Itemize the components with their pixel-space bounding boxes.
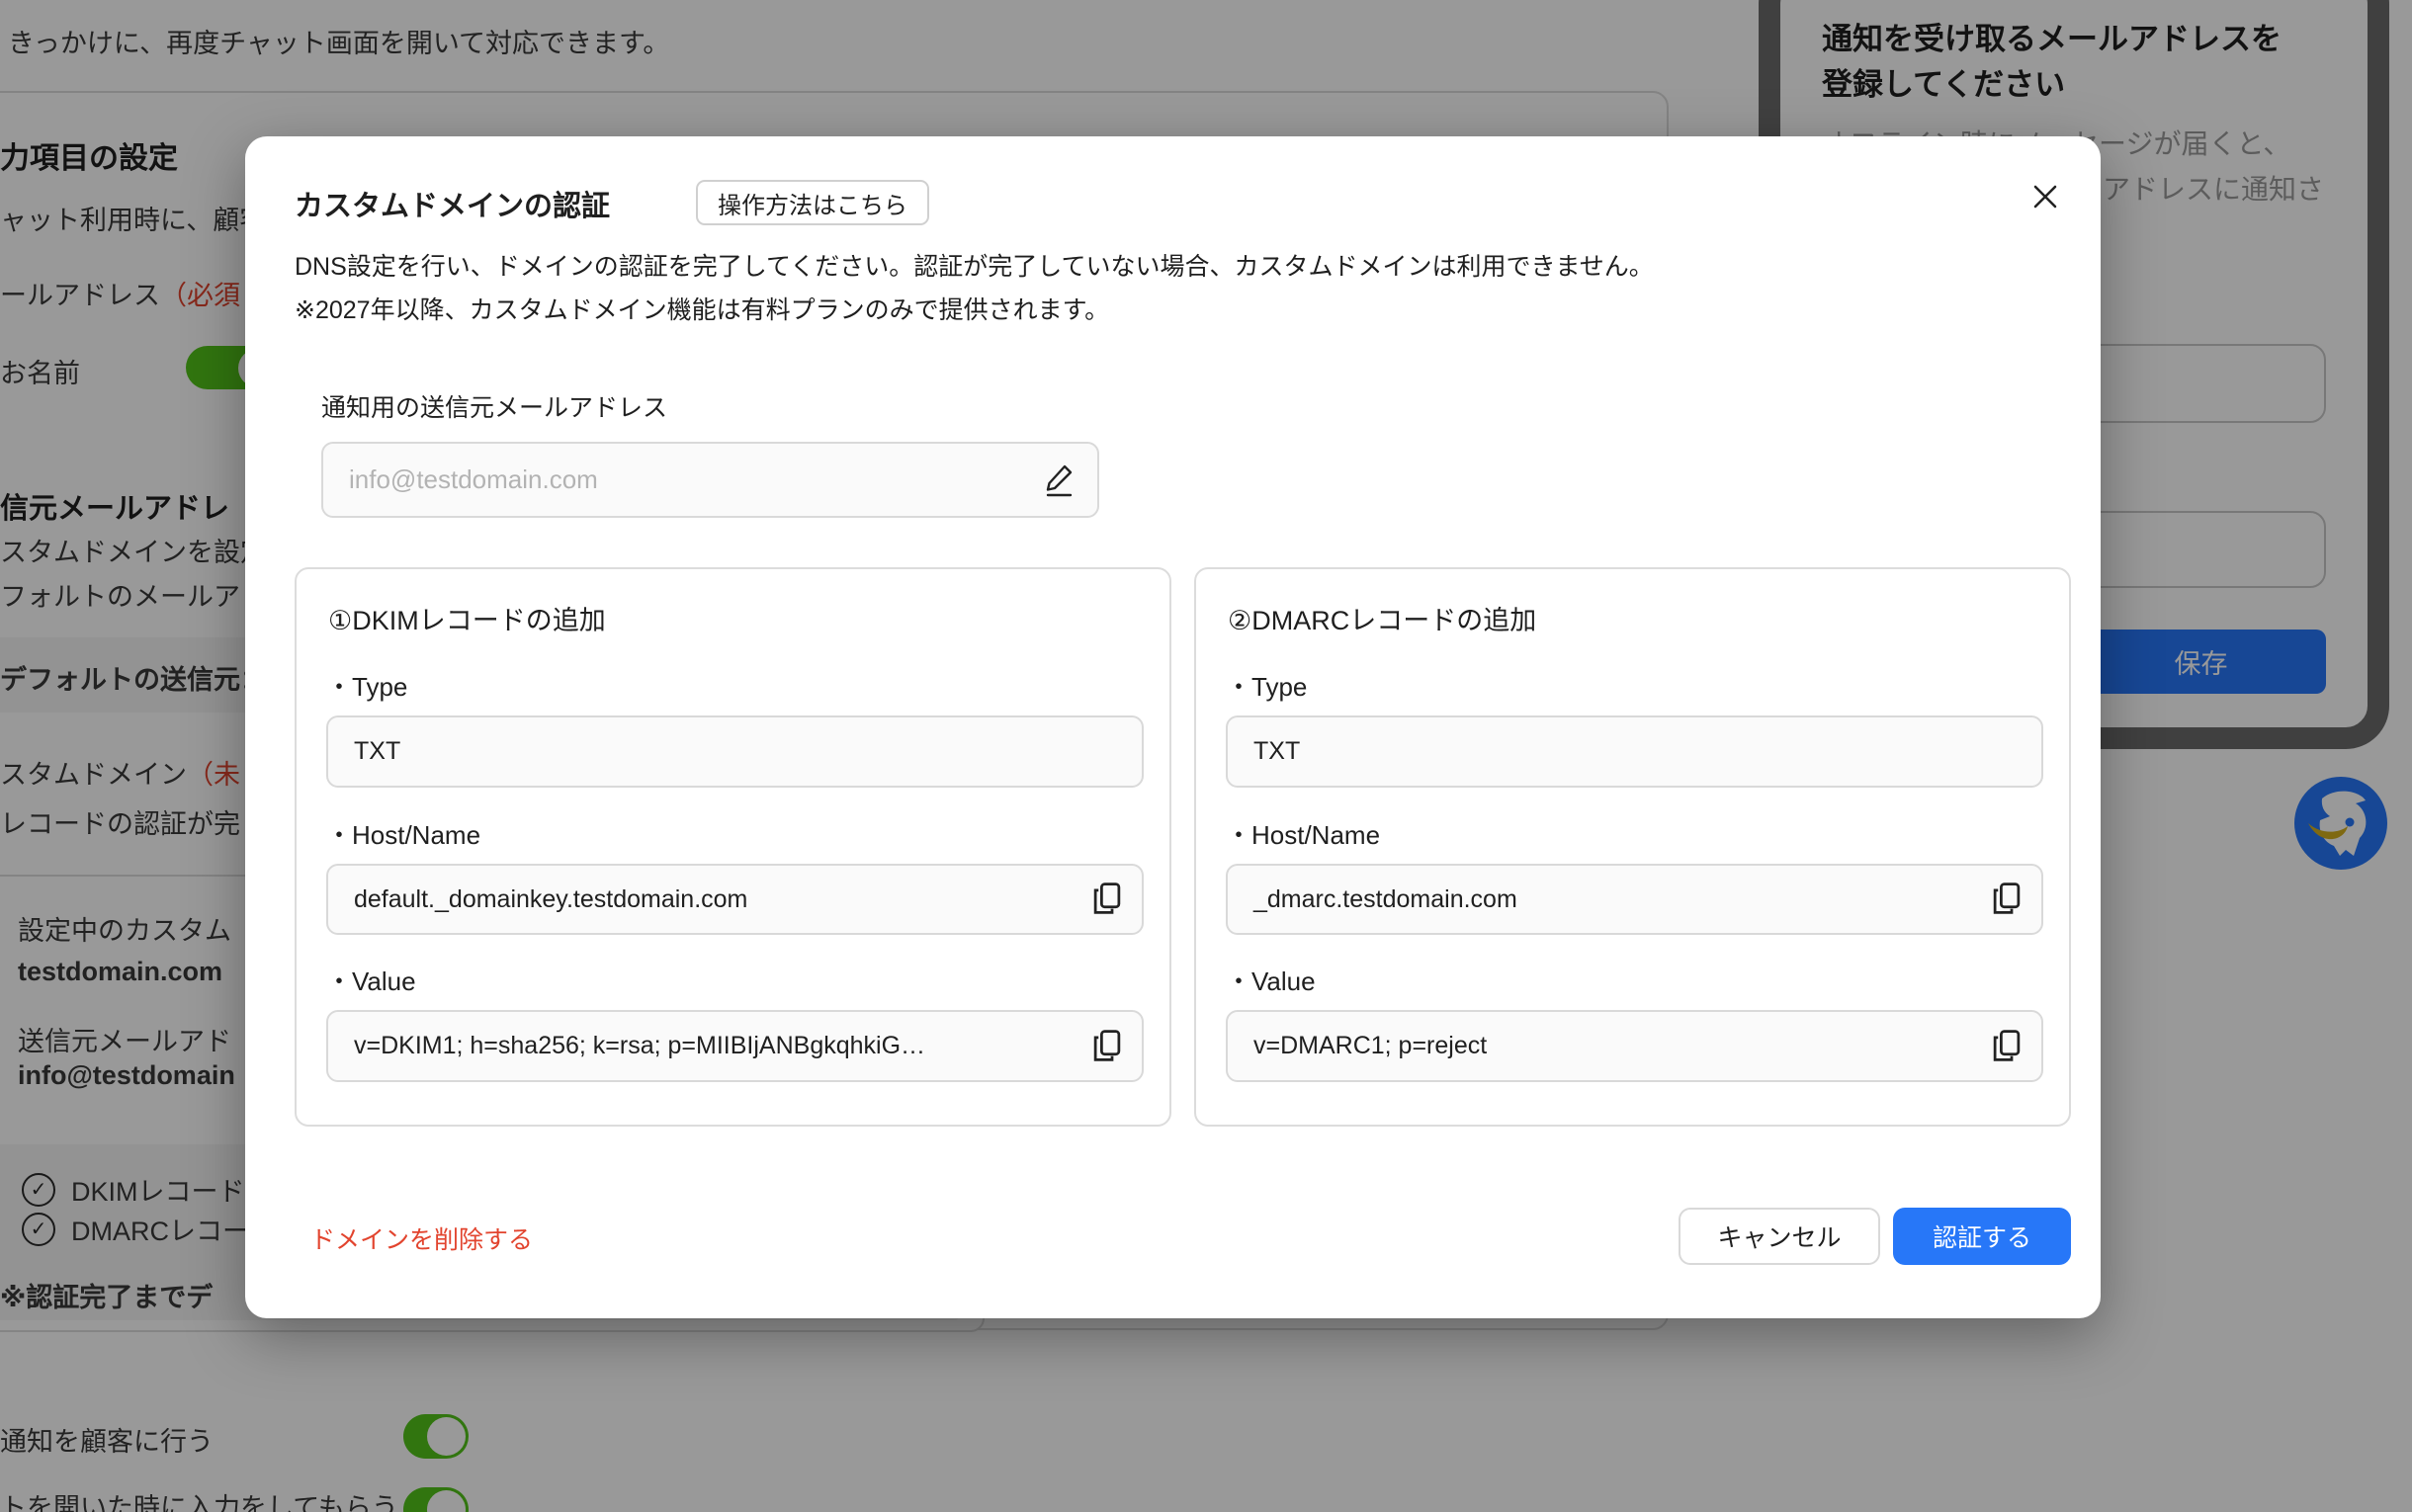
copy-icon	[1992, 882, 2022, 915]
help-button[interactable]: 操作方法はこちら	[696, 180, 929, 225]
dmarc-type-field: TXT	[1226, 715, 2043, 788]
dkim-type-field: TXT	[326, 715, 1144, 788]
modal-description-2: ※2027年以降、カスタムドメイン機能は有料プランのみで提供されます。	[295, 291, 1109, 326]
dmarc-value-label: ・Value	[1226, 962, 1316, 998]
edit-email-button[interactable]	[1040, 460, 1079, 501]
sender-email-label: 通知用の送信元メールアドレス	[321, 388, 667, 424]
cancel-button[interactable]: キャンセル	[1679, 1208, 1880, 1265]
close-icon	[2028, 180, 2062, 213]
dmarc-card-title: ②DMARCレコードの追加	[1228, 599, 1536, 637]
custom-domain-modal: カスタムドメインの認証 操作方法はこちら DNS設定を行い、ドメインの認証を完了…	[245, 136, 2101, 1318]
copy-icon	[1092, 1029, 1122, 1062]
dmarc-type-label: ・Type	[1226, 667, 1307, 704]
sender-email-wrap	[321, 442, 1099, 518]
copy-icon	[1092, 882, 1122, 915]
sender-email-input[interactable]	[321, 442, 1099, 518]
delete-domain-link[interactable]: ドメインを削除する	[310, 1220, 533, 1256]
close-button[interactable]	[2025, 178, 2065, 217]
modal-description-1: DNS設定を行い、ドメインの認証を完了してください。認証が完了していない場合、カ…	[295, 247, 1654, 283]
dkim-card-title: ①DKIMレコードの追加	[328, 599, 606, 637]
copy-dmarc-host-button[interactable]	[1990, 882, 2024, 917]
dmarc-host-field: _dmarc.testdomain.com	[1226, 864, 2043, 935]
dkim-value-field: v=DKIM1; h=sha256; k=rsa; p=MIIBIjANBgkq…	[326, 1010, 1144, 1082]
dkim-host-label: ・Host/Name	[326, 815, 480, 852]
dmarc-record-card: ②DMARCレコードの追加 ・Type TXT ・Host/Name _dmar…	[1194, 567, 2071, 1127]
dmarc-host-label: ・Host/Name	[1226, 815, 1380, 852]
verify-button[interactable]: 認証する	[1893, 1208, 2071, 1265]
pencil-icon	[1041, 460, 1078, 499]
copy-dkim-host-button[interactable]	[1090, 882, 1124, 917]
dkim-type-label: ・Type	[326, 667, 407, 704]
dmarc-value-field: v=DMARC1; p=reject	[1226, 1010, 2043, 1082]
dkim-value-label: ・Value	[326, 962, 416, 998]
modal-title: カスタムドメインの認証	[295, 183, 610, 224]
dkim-host-field: default._domainkey.testdomain.com	[326, 864, 1144, 935]
copy-icon	[1992, 1029, 2022, 1062]
copy-dkim-value-button[interactable]	[1090, 1029, 1124, 1064]
dkim-record-card: ①DKIMレコードの追加 ・Type TXT ・Host/Name defaul…	[295, 567, 1171, 1127]
app-screen: きっかけに、再度チャット画面を開いて対応できます。 力項目の設定 ャット利用時に…	[0, 0, 2412, 1512]
copy-dmarc-value-button[interactable]	[1990, 1029, 2024, 1064]
